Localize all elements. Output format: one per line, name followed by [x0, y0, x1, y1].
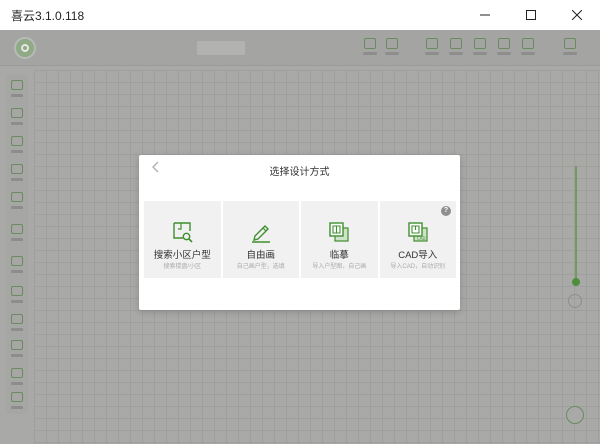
help-icon[interactable]: ? — [441, 206, 451, 216]
option-desc: 导入户型图，自己画 — [312, 264, 367, 270]
sidebar-item — [10, 314, 24, 336]
toolbar-tool-icon — [562, 38, 578, 58]
design-options: 搜索小区户型 搜索楼盘/小区 自由画 自己画户型，选填 临摹 导入户型图，自己画 — [144, 201, 456, 278]
window-controls — [462, 0, 600, 30]
option-trace[interactable]: 临摹 导入户型图，自己画 — [301, 201, 378, 278]
design-mode-dialog: 选择设计方式 搜索小区户型 搜索楼盘/小区 自由画 自己画户型，选填 临摹 导入… — [139, 155, 460, 310]
toolbar-search-input — [197, 41, 245, 55]
option-desc: 导入CAD，自动识别 — [390, 264, 446, 270]
sidebar-item — [10, 368, 24, 390]
cad-import-icon: CAD — [408, 222, 428, 242]
zoom-in-icon — [570, 154, 582, 164]
svg-text:CAD: CAD — [417, 236, 426, 241]
option-desc: 搜索楼盘/小区 — [163, 264, 202, 270]
maximize-button[interactable] — [508, 0, 554, 30]
sidebar-item — [10, 224, 24, 246]
zoom-slider-handle — [572, 278, 580, 286]
pencil-draw-icon — [251, 225, 270, 243]
option-name: 搜索小区户型 — [153, 250, 211, 261]
toolbar-tool-icon — [520, 38, 536, 58]
option-free-draw[interactable]: 自由画 自己画户型，选填 — [222, 201, 299, 278]
option-cad-import[interactable]: ? CAD CAD导入 导入CAD，自动识别 — [379, 201, 456, 278]
sidebar-item — [10, 164, 24, 186]
zoom-slider-track — [575, 166, 577, 286]
sidebar-item — [10, 340, 24, 362]
dialog-title: 选择设计方式 — [269, 167, 330, 178]
sidebar-item — [10, 256, 24, 278]
close-icon — [572, 10, 582, 20]
maximize-icon — [526, 10, 536, 20]
option-name: 临摹 — [329, 250, 349, 261]
toolbar-tool-icon — [384, 38, 400, 58]
toolbar-tool-icon — [496, 38, 512, 58]
option-desc: 自己画户型，选填 — [236, 264, 285, 270]
close-button[interactable] — [554, 0, 600, 30]
minimize-icon — [480, 14, 490, 16]
option-name: CAD导入 — [398, 250, 438, 261]
sidebar-item — [10, 286, 24, 308]
app-toolbar — [0, 30, 600, 66]
minimize-button[interactable] — [462, 0, 508, 30]
toolbar-tool-icon — [424, 38, 440, 58]
left-sidebar — [6, 74, 28, 414]
sidebar-item — [10, 80, 24, 102]
sidebar-item — [10, 192, 24, 214]
toolbar-tool-icon — [448, 38, 464, 58]
sidebar-item — [10, 136, 24, 158]
app-logo-icon — [14, 37, 36, 59]
sidebar-item — [10, 108, 24, 130]
option-search-community[interactable]: 搜索小区户型 搜索楼盘/小区 — [144, 201, 221, 278]
option-name: 自由画 — [246, 250, 275, 261]
window-title: 喜云3.1.0.118 — [11, 8, 85, 23]
settings-corner-icon — [566, 406, 584, 424]
trace-icon — [329, 222, 349, 242]
toolbar-tool-icon — [362, 38, 378, 58]
toolbar-tool-icon — [472, 38, 488, 58]
zoom-out-icon — [568, 294, 582, 308]
search-floorplan-icon — [173, 222, 193, 243]
sidebar-item — [10, 392, 24, 414]
window-titlebar: 喜云3.1.0.118 — [0, 0, 600, 30]
